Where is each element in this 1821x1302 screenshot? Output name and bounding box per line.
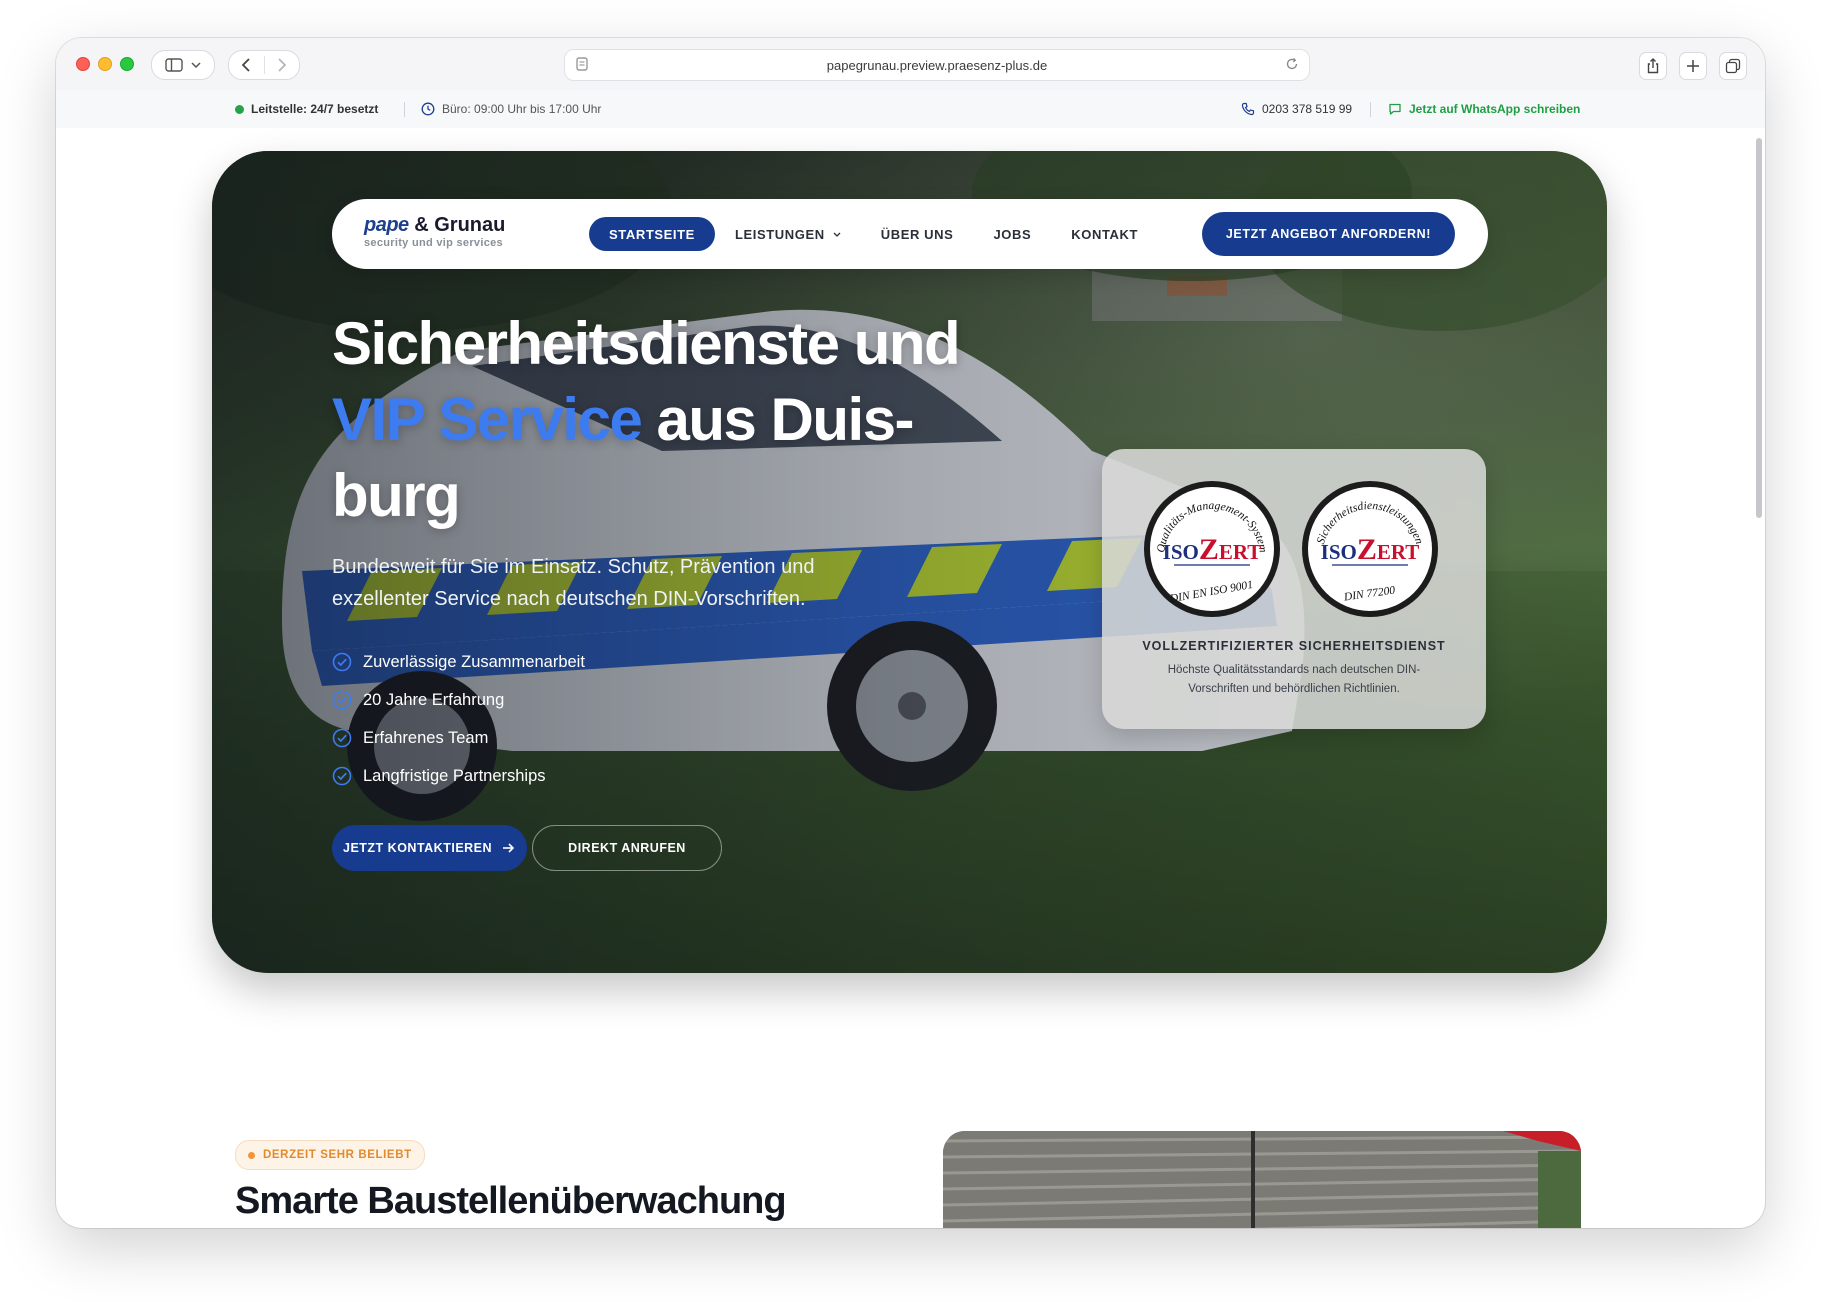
status-indicator: [235, 104, 244, 114]
chevron-down-icon: [833, 232, 841, 237]
check-circle-icon: [332, 690, 352, 710]
divider: [404, 102, 405, 117]
logo-tagline: security und vip services: [364, 237, 503, 249]
list-item: 20 Jahre Erfahrung: [332, 681, 585, 719]
arrow-right-icon: [503, 843, 515, 853]
tabs-icon: [1725, 58, 1741, 74]
chevron-right-icon: [278, 58, 286, 72]
status-text: Leitstelle: 24/7 besetzt: [251, 102, 379, 116]
browser-actions: [1639, 52, 1747, 80]
phone-link[interactable]: 0203 378 519 99: [1241, 90, 1352, 128]
browser-toolbar: papegrunau.preview.praesenz-plus.de: [56, 38, 1765, 91]
control-center-status: Leitstelle: 24/7 besetzt: [235, 90, 378, 128]
check-circle-icon: [332, 766, 352, 786]
popular-badge: DERZEIT SEHR BELIEBT: [235, 1140, 425, 1170]
call-button[interactable]: DIREKT ANRUFEN: [532, 825, 722, 871]
logo-brand-part1: pape: [364, 214, 409, 236]
logo-wordmark: pape & Grunau: [364, 215, 505, 235]
minimize-window-button[interactable]: [98, 57, 112, 71]
din-77200-seal: Sicherheitsdienstleistungen ISOZERT DIN …: [1302, 481, 1438, 617]
phone-number: 0203 378 519 99: [1262, 102, 1353, 116]
badge-dot: [248, 1151, 255, 1159]
construction-site-photo: [943, 1131, 1581, 1228]
hero-subtitle: Bundesweit für Sie im Einsatz. Schutz, P…: [332, 556, 815, 610]
list-item: Langfristige Partnerships: [332, 757, 585, 795]
phone-icon: [1241, 102, 1255, 116]
feature-text: Zuverlässige Zusammenarbeit: [363, 652, 585, 671]
feature-text: 20 Jahre Erfahrung: [363, 690, 505, 709]
list-item: Erfahrenes Team: [332, 719, 585, 757]
chevron-down-icon: [191, 62, 201, 68]
feature-list: Zuverlässige Zusammenarbeit 20 Jahre Erf…: [332, 643, 585, 795]
badge-text: DERZEIT SEHR BELIEBT: [263, 1149, 412, 1161]
share-icon: [1647, 58, 1659, 74]
headline-accent: VIP Service: [332, 386, 643, 453]
chat-icon: [1389, 103, 1401, 115]
nav-item-leistungen[interactable]: LEISTUNGEN: [715, 217, 861, 251]
page-icon: [576, 57, 588, 71]
divider: [1370, 102, 1371, 117]
sidebar-icon: [165, 58, 183, 72]
chevron-left-icon: [242, 58, 250, 72]
certification-card: Qualitäts-Management-System ISOZERT DIN …: [1102, 449, 1486, 729]
close-window-button[interactable]: [76, 57, 90, 71]
whatsapp-link[interactable]: Jetzt auf WhatsApp schreiben: [1388, 90, 1580, 128]
forward-button[interactable]: [265, 58, 300, 72]
logo-brand-part2: & Grunau: [414, 214, 506, 236]
list-item: Zuverlässige Zusammenarbeit: [332, 643, 585, 681]
address-bar[interactable]: papegrunau.preview.praesenz-plus.de: [564, 49, 1310, 81]
page-scrollbar[interactable]: [1756, 138, 1762, 518]
zoom-window-button[interactable]: [120, 57, 134, 71]
contact-button[interactable]: JETZT KONTAKTIEREN: [332, 825, 528, 871]
info-bar: Leitstelle: 24/7 besetzt Büro: 09:00 Uhr…: [56, 90, 1765, 128]
request-quote-button[interactable]: JETZT ANGEBOT ANFORDERN!: [1201, 212, 1455, 256]
plus-icon: [1687, 60, 1699, 72]
nav-item-startseite[interactable]: STARTSEITE: [589, 217, 715, 251]
main-navbar: pape & Grunau security und vip services …: [332, 199, 1488, 269]
hero-section: pape & Grunau security und vip services …: [212, 151, 1607, 973]
office-hours-text: Büro: 09:00 Uhr bis 17:00 Uhr: [442, 102, 602, 116]
url-text: papegrunau.preview.praesenz-plus.de: [826, 57, 1048, 73]
browser-window: papegrunau.preview.praesenz-plus.de Leit…: [56, 38, 1765, 1228]
nav-item-ueber-uns[interactable]: ÜBER UNS: [861, 217, 974, 251]
check-circle-icon: [332, 728, 352, 748]
check-circle-icon: [332, 652, 352, 672]
headline-line2: aus Duis-: [641, 386, 914, 453]
sidebar-toggle-button[interactable]: [151, 50, 215, 80]
contact-button-label: JETZT KONTAKTIEREN: [343, 841, 493, 855]
new-tab-button[interactable]: [1679, 52, 1707, 80]
office-hours: Büro: 09:00 Uhr bis 17:00 Uhr: [421, 90, 601, 128]
section-title: Smarte Baustellenüberwachung: [235, 1180, 787, 1222]
nav-links: STARTSEITE LEISTUNGEN ÜBER UNS JOBS KONT…: [589, 217, 1158, 251]
headline-line1: Sicherheitsdienste und: [332, 310, 961, 377]
history-navigation: [228, 50, 300, 80]
whatsapp-text: Jetzt auf WhatsApp schreiben: [1409, 102, 1581, 116]
certification-title: VOLLZERTIFIZIERTER SICHERHEITSDIENST: [1142, 639, 1446, 653]
feature-text: Langfristige Partnerships: [363, 766, 546, 785]
nav-item-kontakt[interactable]: KONTAKT: [1051, 217, 1158, 251]
share-button[interactable]: [1639, 52, 1667, 80]
nav-item-jobs[interactable]: JOBS: [973, 217, 1051, 251]
company-logo[interactable]: pape & Grunau security und vip services: [364, 215, 505, 249]
reload-icon[interactable]: [1285, 57, 1299, 71]
hero-headline: Sicherheitsdienste und VIP Service aus D…: [332, 306, 1032, 534]
iso-9001-seal: Qualitäts-Management-System ISOZERT DIN …: [1144, 481, 1280, 617]
certification-description: Höchste Qualitätsstandards nach deutsche…: [1167, 664, 1421, 695]
clock-icon: [421, 102, 435, 116]
tab-overview-button[interactable]: [1719, 52, 1747, 80]
nav-item-label: LEISTUNGEN: [734, 226, 825, 242]
back-button[interactable]: [229, 58, 264, 72]
feature-text: Erfahrenes Team: [363, 728, 489, 747]
headline-line3: burg: [332, 462, 461, 529]
